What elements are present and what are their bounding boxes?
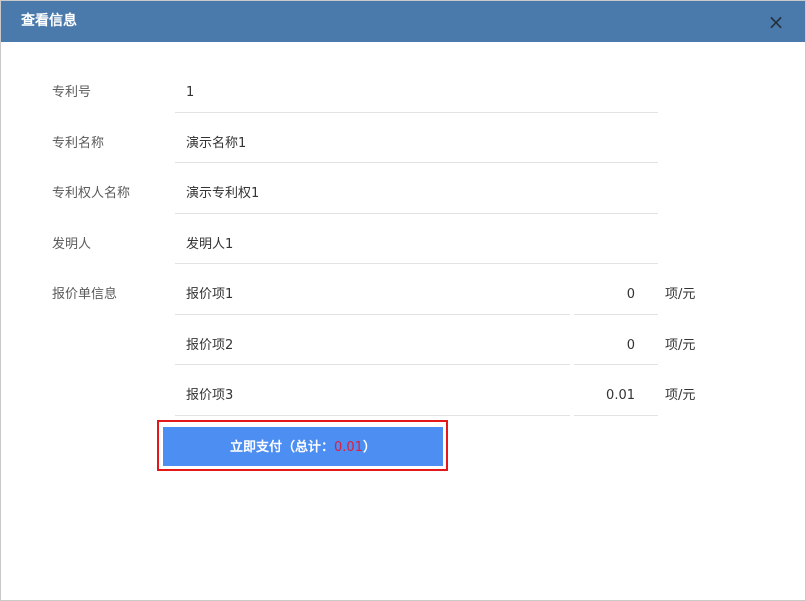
inventor-divider xyxy=(175,263,658,264)
quote-item-name: 报价项1 xyxy=(186,287,234,302)
pay-now-button[interactable]: 立即支付（总计：0.01） xyxy=(163,427,443,466)
owner-name-label: 专利权人名称 xyxy=(52,186,131,201)
quote-item-unit: 项/元 xyxy=(665,338,696,353)
patent-no-label: 专利号 xyxy=(52,85,92,100)
inventor-value: 发明人1 xyxy=(186,237,234,252)
pay-total-amount: 0.01 xyxy=(334,440,363,455)
close-icon[interactable]: × xyxy=(765,11,787,33)
patent-name-divider xyxy=(175,162,658,163)
pay-button-label: 立即支付（总计： xyxy=(230,440,335,455)
patent-name-value: 演示名称1 xyxy=(186,136,247,151)
quote-item-unit: 项/元 xyxy=(665,388,696,403)
owner-name-divider xyxy=(175,213,658,214)
quote-item-divider xyxy=(175,314,570,315)
patent-name-label: 专利名称 xyxy=(52,136,105,151)
quote-item-name: 报价项3 xyxy=(186,388,234,403)
quote-item-divider xyxy=(175,415,570,416)
quote-item-amount: 0 xyxy=(626,287,635,302)
patent-no-divider xyxy=(175,112,658,113)
quote-amount-divider xyxy=(574,415,658,416)
quote-label: 报价单信息 xyxy=(52,287,118,302)
patent-no-value: 1 xyxy=(186,85,195,100)
quote-item-divider xyxy=(175,364,570,365)
quote-item-amount: 0 xyxy=(626,338,635,353)
inventor-label: 发明人 xyxy=(52,237,92,252)
view-info-dialog: 查看信息 × 专利号 1 专利名称 演示名称1 专利权人名称 演示专利权1 发明… xyxy=(0,0,806,601)
quote-amount-divider xyxy=(574,364,658,365)
quote-item-amount: 0.01 xyxy=(606,388,635,403)
owner-name-value: 演示专利权1 xyxy=(186,186,260,201)
pay-button-label-end: ） xyxy=(362,440,376,455)
quote-amount-divider xyxy=(574,314,658,315)
quote-item-unit: 项/元 xyxy=(665,287,696,302)
dialog-title: 查看信息 xyxy=(21,13,77,29)
dialog-titlebar: 查看信息 × xyxy=(1,1,805,42)
quote-item-name: 报价项2 xyxy=(186,338,234,353)
